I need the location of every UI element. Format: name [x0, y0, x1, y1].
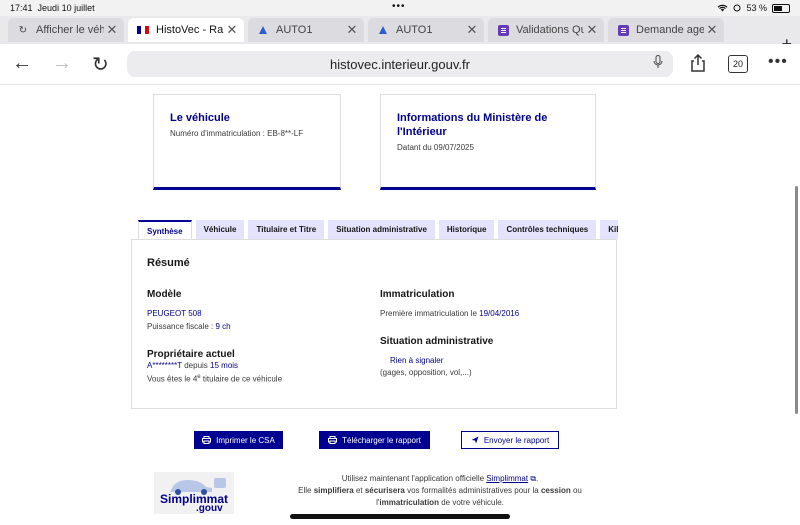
url-text: histovec.interieur.gouv.fr: [330, 57, 470, 72]
browser-tab-6[interactable]: Demande agem ✕: [608, 18, 724, 42]
admin-situation-value: Rien à signaler: [390, 356, 444, 365]
simplimmat-logo: Simplimmat .gouv: [154, 472, 234, 514]
ministry-card: Informations du Ministère de l'Intérieur…: [380, 94, 596, 190]
browser-tab-1[interactable]: ↻ Afficher le véh ✕: [8, 18, 124, 42]
logo-text-bottom: .gouv: [196, 503, 223, 514]
model-heading: Modèle: [147, 289, 182, 300]
download-report-button[interactable]: Télécharger le rapport: [319, 431, 430, 449]
tab-count-button[interactable]: 20: [728, 55, 748, 73]
french-flag-favicon-icon: [136, 24, 150, 36]
battery-icon: [772, 3, 790, 13]
forms-favicon-icon: [616, 24, 630, 36]
page-content: Le véhicule Numéro d'immatriculation : E…: [0, 84, 800, 525]
send-report-button[interactable]: Envoyer le rapport: [461, 431, 559, 449]
forward-arrow-icon[interactable]: →: [52, 52, 72, 75]
close-icon[interactable]: ✕: [224, 22, 240, 38]
auto1-favicon-icon: [256, 24, 270, 36]
vehicle-card: Le véhicule Numéro d'immatriculation : E…: [153, 94, 341, 190]
holder-rank: Vous êtes le 4e titulaire de ce véhicule: [147, 374, 283, 384]
back-arrow-icon[interactable]: ←: [12, 52, 32, 75]
close-icon[interactable]: ✕: [104, 22, 120, 38]
tab-situation[interactable]: Situation administrative: [328, 220, 435, 239]
tab-synthese[interactable]: Synthèse: [138, 220, 192, 240]
tab-kilometrage[interactable]: Kilo: [600, 220, 618, 239]
browser-tab-2[interactable]: HistoVec - Rapp ✕: [128, 18, 244, 42]
microphone-icon[interactable]: [653, 55, 663, 69]
fiscal-power: Puissance fiscale : 9 ch: [147, 322, 231, 331]
browser-tab-bar: ↻ Afficher le véh ✕ HistoVec - Rapp ✕ AU…: [0, 16, 800, 54]
printer-icon: [328, 436, 338, 444]
admin-situation-heading: Situation administrative: [380, 336, 494, 347]
summary-heading: Résumé: [147, 257, 190, 269]
home-indicator[interactable]: [290, 514, 510, 519]
tab-titulaire[interactable]: Titulaire et Titre: [248, 220, 325, 239]
browser-toolbar: ← → ↻ histovec.interieur.gouv.fr 20 •••: [0, 44, 800, 85]
registration-number: Numéro d'immatriculation : EB-8**-LF: [170, 129, 304, 138]
close-icon[interactable]: ✕: [344, 22, 360, 38]
browser-tab-4[interactable]: AUTO1 ✕: [368, 18, 484, 42]
tab-controles[interactable]: Contrôles techniques: [498, 220, 597, 239]
owner-heading: Propriétaire actuel: [147, 349, 235, 360]
admin-situation-note: (gages, opposition, vol,...): [380, 368, 472, 377]
refresh-favicon-icon: ↻: [18, 24, 28, 36]
first-registration: Première immatriculation le 19/04/2016: [380, 309, 520, 318]
browser-tab-5[interactable]: Validations Qua ✕: [488, 18, 604, 42]
registration-heading: Immatriculation: [380, 289, 455, 300]
page-scrollbar[interactable]: [795, 186, 798, 414]
close-icon[interactable]: ✕: [704, 22, 720, 38]
auto1-favicon-icon: [376, 24, 390, 36]
close-icon[interactable]: ✕: [464, 22, 480, 38]
share-icon[interactable]: [690, 54, 706, 72]
owner-info: A********T depuis 15 mois: [147, 361, 239, 370]
close-icon[interactable]: ✕: [584, 22, 600, 38]
print-csa-button[interactable]: Imprimer le CSA: [194, 431, 283, 449]
status-time-date: 17:41 Jeudi 10 juillet: [10, 3, 95, 13]
report-tabs: Synthèse Véhicule Titulaire et Titre Sit…: [138, 220, 618, 240]
browser-tab-3[interactable]: AUTO1 ✕: [248, 18, 364, 42]
send-icon: [471, 436, 479, 444]
tab-vehicule[interactable]: Véhicule: [195, 220, 245, 239]
address-bar[interactable]: histovec.interieur.gouv.fr: [127, 51, 673, 77]
forms-favicon-icon: [496, 24, 510, 36]
reload-icon[interactable]: ↻: [92, 52, 109, 77]
orientation-lock-icon: [733, 4, 741, 12]
vehicle-card-title: Le véhicule: [170, 112, 230, 124]
status-bar: 17:41 Jeudi 10 juillet ••• 53 %: [0, 0, 800, 16]
more-options-icon[interactable]: •••: [768, 53, 788, 71]
simplimmat-promo: Utilisez maintenant l'application offici…: [298, 474, 582, 507]
report-date: Datant du 09/07/2025: [397, 143, 474, 152]
battery-percent: 53 %: [746, 3, 767, 13]
synthesis-panel: Résumé Modèle PEUGEOT 508 Puissance fisc…: [131, 239, 617, 409]
multitask-dots[interactable]: •••: [392, 1, 406, 12]
printer-icon: [202, 436, 212, 444]
simplimmat-link[interactable]: Simplimmat: [486, 474, 528, 483]
ministry-card-title: Informations du Ministère de l'Intérieur: [397, 112, 548, 138]
model-value: PEUGEOT 508: [147, 309, 202, 318]
tab-historique[interactable]: Historique: [438, 220, 495, 239]
wifi-icon: [718, 4, 728, 12]
